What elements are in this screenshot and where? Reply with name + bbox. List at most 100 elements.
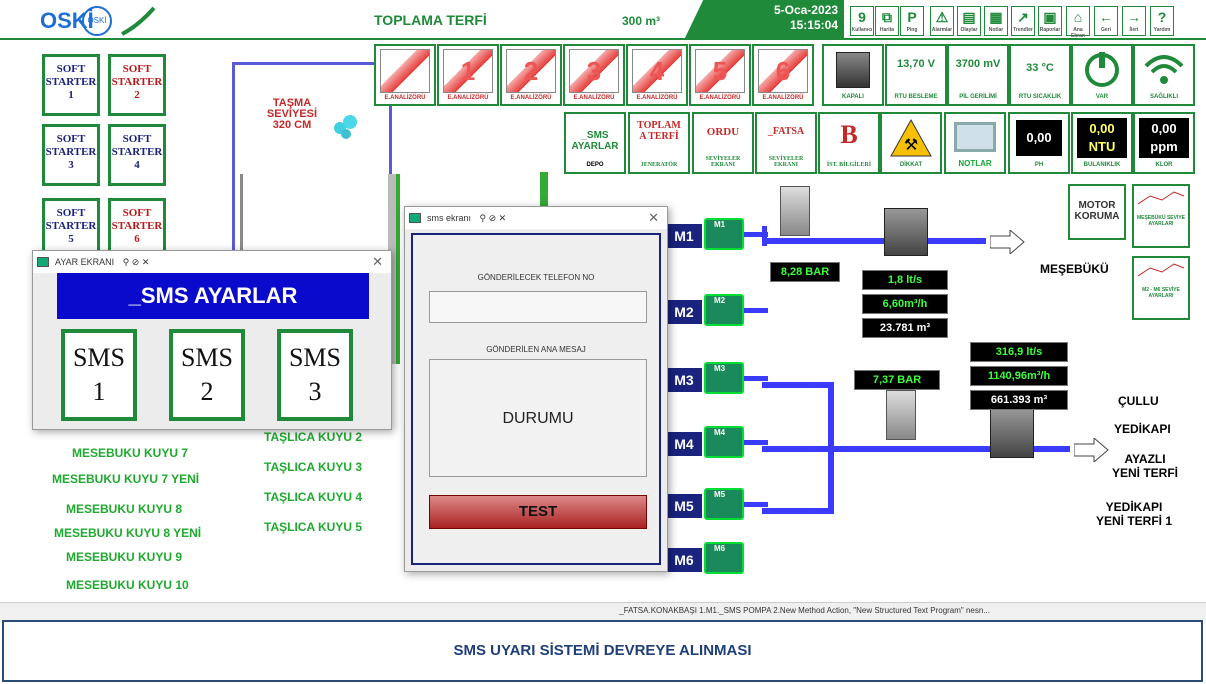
kuyu-item[interactable]: TAŞLICA KUYU 5 bbox=[264, 520, 362, 534]
var-label: VAR bbox=[1095, 94, 1109, 100]
soft-starter-4[interactable]: SOFT STARTER 4 bbox=[108, 124, 166, 186]
ntu-caption: BULANIKLIK bbox=[1083, 162, 1121, 168]
sms-3-button[interactable]: SMS 3 bbox=[277, 329, 353, 421]
nav-button-geri[interactable]: ← Geri bbox=[1094, 6, 1118, 36]
app-icon bbox=[37, 257, 49, 267]
notes-icon bbox=[954, 122, 996, 152]
pipe-stub bbox=[744, 308, 768, 313]
close-icon[interactable]: ✕ bbox=[372, 251, 383, 273]
message-label: GÖNDERİLEN ANA MESAJ bbox=[486, 345, 586, 354]
motor-M2-label[interactable]: M2 bbox=[666, 300, 702, 324]
sms-window-title: sms ekranı bbox=[427, 213, 472, 223]
analizor-label: E.ANALİZÖRÜ bbox=[636, 95, 678, 101]
kuyu-item[interactable]: MESEBUKU KUYU 8 YENİ bbox=[54, 526, 201, 540]
sms-2-button[interactable]: SMS 2 bbox=[169, 329, 245, 421]
e-analizor-1[interactable]: 1 E.ANALİZÖRÜ bbox=[437, 44, 499, 106]
dikkat-tile[interactable]: ⚒ DİKKAT bbox=[880, 112, 942, 174]
e-analizor-2[interactable]: 2 E.ANALİZÖRÜ bbox=[500, 44, 562, 106]
sms-window-titlebar[interactable]: sms ekranı ⚲ ⊘ ✕ ✕ bbox=[405, 207, 667, 229]
station-info-tile[interactable]: B İST. BİLGİLERİ bbox=[818, 112, 880, 174]
nav-button-notlar[interactable]: ▦ Notlar bbox=[984, 6, 1008, 36]
kuyu-item[interactable]: MESEBUKU KUYU 10 bbox=[66, 578, 189, 592]
motor-M5-label[interactable]: M5 bbox=[666, 494, 702, 518]
sms-3-label: SMS bbox=[288, 343, 342, 372]
kuyu-item[interactable]: TAŞLICA KUYU 3 bbox=[264, 460, 362, 474]
kuyu-item[interactable]: TAŞLICA KUYU 4 bbox=[264, 490, 362, 504]
soft-starter-3[interactable]: SOFT STARTER 3 bbox=[42, 124, 100, 186]
notlar-tile[interactable]: NOTLAR bbox=[944, 112, 1006, 174]
m2m6-ayar-button[interactable]: M2 - M6 SEVİYE AYARLARI bbox=[1132, 256, 1190, 320]
motor-M3-label[interactable]: M3 bbox=[666, 368, 702, 392]
saglikli-label: SAĞLIKLI bbox=[1150, 94, 1178, 100]
fatsa-tile[interactable]: _FATSA SEVİYELER EKRANI bbox=[755, 112, 817, 174]
nav-button-ping[interactable]: P Ping bbox=[900, 6, 924, 36]
lightning-icon bbox=[380, 49, 430, 93]
klor-caption: KLOR bbox=[1155, 162, 1173, 168]
soft-starter-2[interactable]: SOFT STARTER 2 bbox=[108, 54, 166, 116]
ph-caption: PH bbox=[1034, 162, 1044, 168]
ordu-tile[interactable]: ORDU SEVİYELER EKRANI bbox=[692, 112, 754, 174]
ntu-unit: NTU bbox=[1088, 139, 1116, 154]
flow-1-m3h: 6,60m³/h bbox=[862, 294, 948, 314]
dest-yedikapi-yeni-line1: YEDİKAPI bbox=[1105, 500, 1163, 514]
nav-label: Notlar bbox=[988, 27, 1004, 33]
pin-icon[interactable]: ⚲ ⊘ ✕ bbox=[480, 213, 507, 223]
pin-icon[interactable]: ⚲ ⊘ ✕ bbox=[123, 257, 150, 267]
motor-M1-label[interactable]: M1 bbox=[666, 224, 702, 248]
kuyu-item[interactable]: MESEBUKU KUYU 7 YENİ bbox=[52, 472, 199, 486]
nav-button-trendler[interactable]: ↗ Trendler bbox=[1011, 6, 1035, 36]
soft-starter-line1: SOFT bbox=[122, 207, 152, 219]
e-analizor-6[interactable]: 6 E.ANALİZÖRÜ bbox=[752, 44, 814, 106]
flow-2-m3h: 1140,96m³/h bbox=[970, 366, 1068, 386]
motor-M6-label[interactable]: M6 bbox=[666, 548, 702, 572]
pump-tag: M5 bbox=[714, 490, 726, 499]
kapali-tile[interactable]: KAPALI bbox=[822, 44, 884, 106]
toplama-terfi-tile[interactable]: TOPLAM A TERFİ JENERATÖR bbox=[628, 112, 690, 174]
nav-label: İleri bbox=[1129, 27, 1139, 33]
sms-ayarlar-tile[interactable]: _SMS AYARLAR DEPO bbox=[564, 112, 626, 174]
wifi-icon bbox=[1144, 55, 1184, 84]
nav-button-i̇leri[interactable]: → İleri bbox=[1122, 6, 1146, 36]
nav-icon: ⌂ bbox=[1073, 9, 1083, 25]
pressure-sensor-icon bbox=[780, 186, 810, 236]
close-icon[interactable]: ✕ bbox=[648, 207, 659, 229]
sms-1-button[interactable]: SMS 1 bbox=[61, 329, 137, 421]
mesebuku-ayar-button[interactable]: MEŞEBÜKÜ SEVİYE AYARLARI bbox=[1132, 184, 1190, 248]
app-icon bbox=[409, 213, 421, 223]
pipe-stub bbox=[744, 502, 768, 507]
e-analizor-4[interactable]: 4 E.ANALİZÖRÜ bbox=[626, 44, 688, 106]
fatsa-label: _FATSA bbox=[767, 126, 805, 137]
kuyu-item[interactable]: MESEBUKU KUYU 8 bbox=[66, 502, 182, 516]
datetime: 5-Oca-2023 15:15:04 bbox=[752, 3, 838, 33]
soft-starter-line1: SOFT bbox=[122, 133, 152, 145]
rtu-voltage-caption: RTU BESLEME bbox=[894, 94, 938, 100]
e-analizor-0[interactable]: E.ANALİZÖRÜ bbox=[374, 44, 436, 106]
kuyu-item[interactable]: MESEBUKU KUYU 7 bbox=[72, 446, 188, 460]
pipe-lower bbox=[834, 446, 1070, 452]
nav-button-olaylar[interactable]: ▤ Olaylar bbox=[957, 6, 981, 36]
volume-label: 300 m³ bbox=[622, 14, 661, 28]
rtu-voltage-tile: 13,70 V RTU BESLEME bbox=[885, 44, 947, 106]
motor-koruma-button[interactable]: MOTOR KORUMA bbox=[1068, 184, 1126, 240]
kuyu-item[interactable]: TAŞLICA KUYU 2 bbox=[264, 430, 362, 444]
mesebuku-ayar-label: MEŞEBÜKÜ SEVİYE AYARLARI bbox=[1136, 215, 1186, 227]
nav-button-raporlar[interactable]: ▣ Raporlar bbox=[1038, 6, 1062, 36]
nav-label: Yardım bbox=[1153, 27, 1171, 33]
nav-button-kullanıcı[interactable]: 9 Kullanıcı bbox=[850, 6, 874, 36]
dest-ayazli-line1: AYAZLI bbox=[1124, 452, 1166, 466]
soft-starter-1[interactable]: SOFT STARTER 1 bbox=[42, 54, 100, 116]
footer-caption: SMS UYARI SİSTEMİ DEVREYE ALINMASI bbox=[2, 620, 1203, 682]
nav-button-alarmlar[interactable]: ⚠ Alarmlar bbox=[930, 6, 954, 36]
test-button[interactable]: TEST bbox=[429, 495, 647, 529]
ayar-window-titlebar[interactable]: AYAR EKRANI ⚲ ⊘ ✕ ✕ bbox=[33, 251, 391, 273]
nav-button-harita[interactable]: ⧉ Harita bbox=[875, 6, 899, 36]
phone-input[interactable] bbox=[429, 291, 647, 323]
e-analizor-3[interactable]: 3 E.ANALİZÖRÜ bbox=[563, 44, 625, 106]
motor-M4-label[interactable]: M4 bbox=[666, 432, 702, 456]
dest-cullu: ÇULLU bbox=[1118, 394, 1159, 408]
nav-button-ana-ekran[interactable]: ⌂ Ana Ekran bbox=[1066, 6, 1090, 39]
e-analizor-5[interactable]: 5 E.ANALİZÖRÜ bbox=[689, 44, 751, 106]
nav-button-yardım[interactable]: ? Yardım bbox=[1150, 6, 1174, 36]
kuyu-item[interactable]: MESEBUKU KUYU 9 bbox=[66, 550, 182, 564]
svg-text:⚒: ⚒ bbox=[904, 135, 918, 154]
